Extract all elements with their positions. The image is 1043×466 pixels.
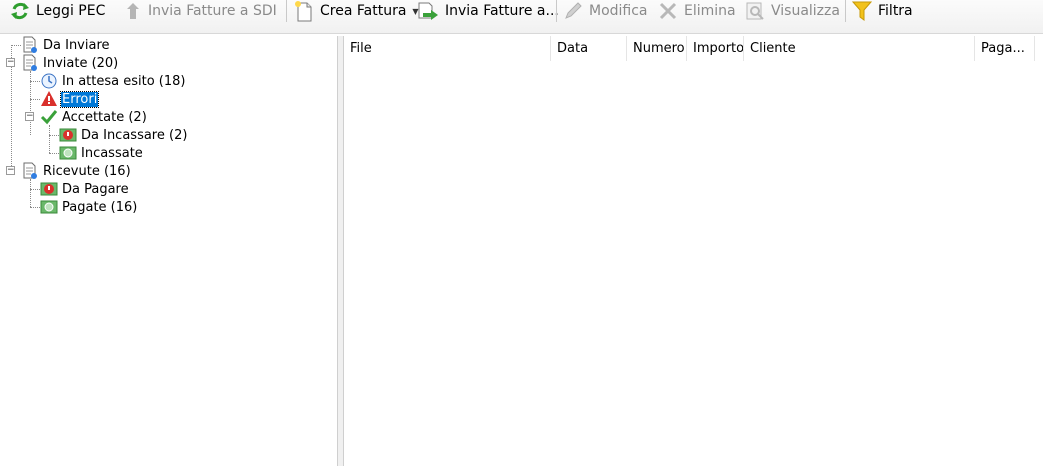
expander-ricevute[interactable]: −: [6, 166, 15, 175]
money-paid-icon: [59, 146, 77, 160]
invia-sdi-button[interactable]: Invia Fatture a SDI: [126, 0, 277, 22]
invia-fatture-button[interactable]: Invia Fatture a...: [417, 0, 559, 22]
tree-connector: [11, 45, 21, 46]
column-header-cliente[interactable]: Cliente: [744, 36, 975, 61]
tree-node-da-inviare[interactable]: Da Inviare: [21, 36, 111, 54]
tree-connector: [30, 189, 40, 190]
tree-connector: [30, 179, 31, 207]
tree-node-inviate[interactable]: Inviate (20): [21, 54, 119, 72]
invoice-list[interactable]: File Data Numero Importo Cliente Paga...: [344, 36, 1043, 466]
visualizza-button[interactable]: Visualizza: [745, 0, 840, 22]
column-header-pagamento[interactable]: Paga...: [975, 36, 1035, 61]
tree-node-label: Ricevute (16): [43, 163, 131, 179]
tree-node-label: Da Inviare: [43, 37, 110, 53]
folder-tree[interactable]: − − − Da Inviare Inviate (20) In attesa …: [0, 36, 338, 466]
toolbar-separator: [286, 0, 287, 22]
elimina-label: Elimina: [684, 3, 736, 19]
preview-icon: [746, 2, 764, 20]
column-header-importo[interactable]: Importo: [687, 36, 744, 61]
column-header-numero[interactable]: Numero: [627, 36, 687, 61]
tree-node-in-attesa-esito[interactable]: In attesa esito (18): [40, 72, 187, 90]
new-document-icon: [295, 1, 312, 22]
modifica-label: Modifica: [589, 3, 648, 19]
tree-connector: [30, 99, 40, 100]
filtra-button[interactable]: Filtra: [852, 0, 913, 22]
invia-sdi-label: Invia Fatture a SDI: [148, 3, 277, 19]
tree-node-incassate[interactable]: Incassate: [59, 144, 144, 162]
crea-fattura-label: Crea Fattura: [320, 3, 407, 19]
tree-node-label: Pagate (16): [62, 199, 138, 215]
money-unpaid-icon: [40, 182, 58, 196]
column-header-data[interactable]: Data: [551, 36, 627, 61]
tree-node-label: Incassate: [81, 145, 143, 161]
tree-node-ricevute[interactable]: Ricevute (16): [21, 162, 132, 180]
tree-connector: [30, 207, 40, 208]
send-invoice-icon: [418, 2, 438, 20]
toolbar: Leggi PEC Invia Fatture a SDI Crea Fattu…: [0, 0, 1043, 34]
toolbar-separator: [845, 0, 846, 22]
clock-icon: [41, 73, 57, 89]
tree-node-label: Errori: [59, 90, 100, 108]
tree-node-label: In attesa esito (18): [62, 73, 186, 89]
tree-node-label: Da Incassare (2): [81, 127, 188, 143]
tree-node-accettate[interactable]: Accettate (2): [40, 108, 148, 126]
tree-connector: [49, 135, 59, 136]
tree-node-pagate[interactable]: Pagate (16): [40, 198, 138, 216]
pencil-icon: [565, 2, 582, 19]
tree-connector: [49, 153, 59, 154]
document-sent-icon: [23, 54, 37, 71]
modifica-button[interactable]: Modifica: [563, 0, 648, 22]
expander-inviate[interactable]: −: [6, 58, 15, 67]
column-header-file[interactable]: File: [344, 36, 551, 61]
refresh-icon: [11, 2, 29, 20]
tree-node-label: Inviate (20): [43, 55, 119, 71]
tree-node-da-incassare[interactable]: Da Incassare (2): [59, 126, 188, 144]
tree-connector: [49, 125, 50, 153]
tree-connector: [30, 81, 40, 82]
crea-fattura-button[interactable]: Crea Fattura ▼: [294, 0, 419, 22]
list-header: File Data Numero Importo Cliente Paga...: [344, 36, 1043, 61]
money-paid-icon: [40, 200, 58, 214]
tree-node-label: Accettate (2): [62, 109, 147, 125]
tree-node-da-pagare[interactable]: Da Pagare: [40, 180, 130, 198]
leggi-pec-button[interactable]: Leggi PEC: [10, 0, 105, 22]
invia-fatture-label: Invia Fatture a...: [445, 3, 559, 19]
delete-x-icon: [659, 2, 677, 20]
document-icon: [23, 36, 37, 53]
document-received-icon: [23, 162, 37, 179]
tree-node-label: Da Pagare: [62, 181, 129, 197]
elimina-button[interactable]: Elimina: [658, 0, 736, 22]
tree-node-errori[interactable]: Errori: [40, 90, 100, 108]
filter-funnel-icon: [852, 1, 872, 21]
toolbar-separator: [556, 0, 557, 22]
money-unpaid-icon: [59, 128, 77, 142]
send-up-arrow-icon: [127, 3, 139, 19]
visualizza-label: Visualizza: [771, 3, 840, 19]
checkmark-icon: [40, 110, 58, 125]
filtra-label: Filtra: [878, 3, 913, 19]
expander-accettate[interactable]: −: [25, 112, 34, 121]
warning-icon: [41, 91, 57, 106]
leggi-pec-label: Leggi PEC: [36, 3, 106, 19]
